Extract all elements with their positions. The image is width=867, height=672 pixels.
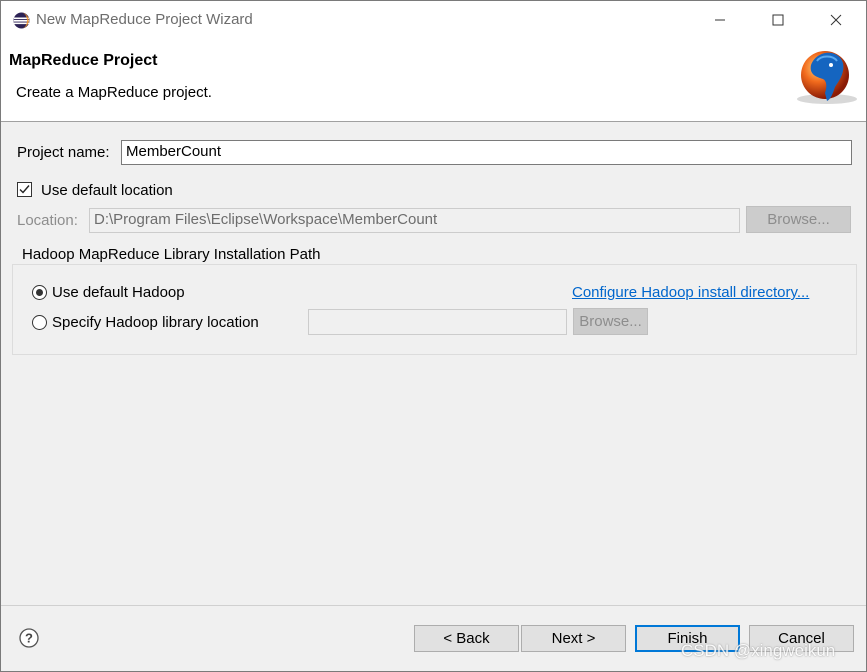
window-title: New MapReduce Project Wizard (36, 11, 253, 28)
use-default-location-checkbox[interactable] (17, 182, 32, 197)
maximize-icon (772, 14, 784, 26)
use-default-location-label: Use default location (41, 182, 173, 199)
page-title: MapReduce Project (9, 52, 158, 69)
svg-text:?: ? (25, 631, 33, 646)
help-icon[interactable]: ? (19, 628, 39, 648)
wizard-header: MapReduce Project Create a MapReduce pro… (1, 39, 866, 122)
eclipse-icon (13, 12, 30, 29)
back-button[interactable]: < Back (414, 625, 519, 652)
wizard-window: New MapReduce Project Wizard MapReduce P… (0, 0, 867, 672)
project-name-input[interactable]: MemberCount (121, 140, 852, 165)
checkmark-icon (19, 185, 30, 194)
location-input[interactable]: D:\Program Files\Eclipse\Workspace\Membe… (89, 208, 740, 233)
title-bar: New MapReduce Project Wizard (1, 1, 866, 39)
use-default-hadoop-label: Use default Hadoop (52, 284, 185, 301)
location-browse-button[interactable]: Browse... (746, 206, 851, 233)
next-button[interactable]: Next > (521, 625, 626, 652)
minimize-icon (715, 19, 725, 21)
watermark: CSDN @xingweikun (681, 641, 836, 660)
maximize-button[interactable] (749, 1, 807, 39)
configure-hadoop-link[interactable]: Configure Hadoop install directory... (572, 284, 809, 301)
close-button[interactable] (807, 1, 865, 39)
hadoop-group-title: Hadoop MapReduce Library Installation Pa… (20, 246, 323, 263)
hadoop-elephant-logo (797, 51, 857, 104)
hadoop-library-input[interactable] (308, 309, 567, 335)
footer-divider (1, 605, 866, 606)
page-description: Create a MapReduce project. (16, 84, 212, 101)
location-label: Location: (17, 212, 78, 229)
project-name-label: Project name: (17, 144, 110, 161)
use-default-hadoop-radio[interactable] (32, 285, 47, 300)
specify-hadoop-label: Specify Hadoop library location (52, 314, 259, 331)
minimize-button[interactable] (691, 1, 749, 39)
specify-hadoop-radio[interactable] (32, 315, 47, 330)
close-icon (830, 14, 842, 26)
hadoop-browse-button[interactable]: Browse... (573, 308, 648, 335)
